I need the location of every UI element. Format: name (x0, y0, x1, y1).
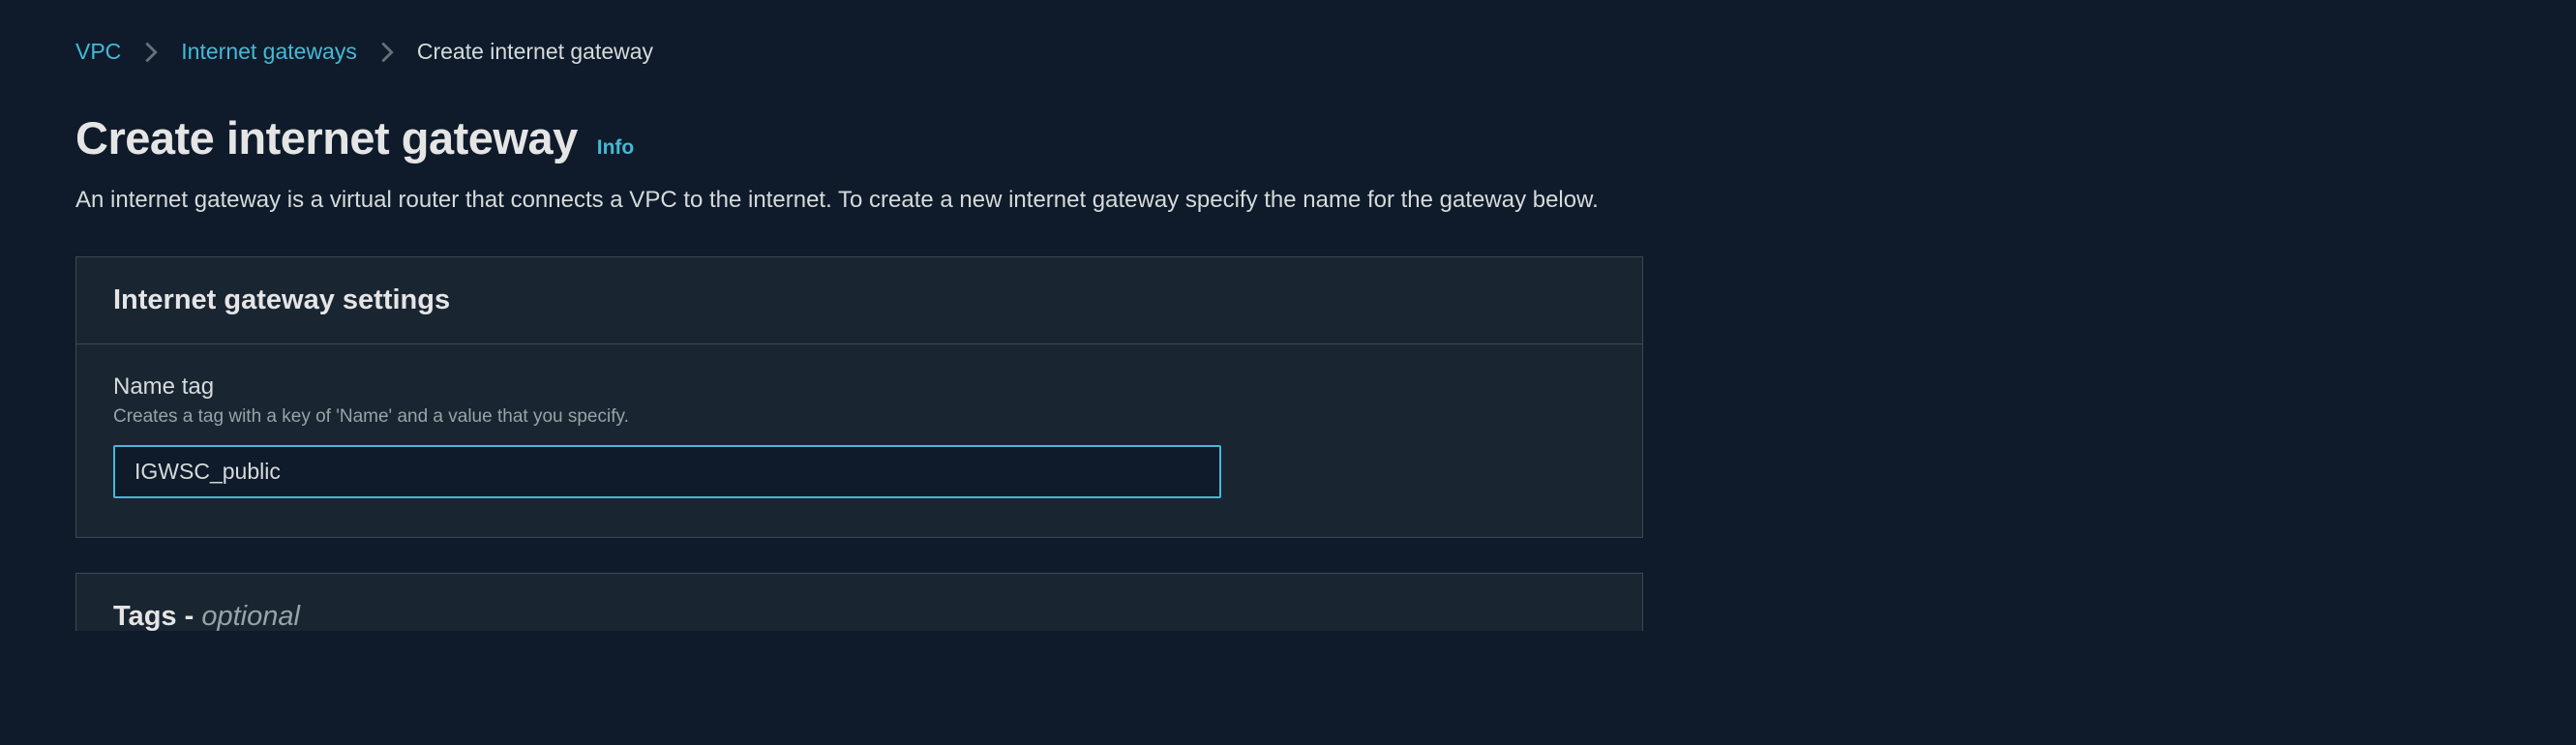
settings-panel: Internet gateway settings Name tag Creat… (75, 256, 1643, 538)
settings-panel-body: Name tag Creates a tag with a key of 'Na… (76, 344, 1642, 537)
chevron-right-icon (380, 42, 394, 63)
page-header: Create internet gateway Info (75, 111, 2501, 164)
settings-panel-title: Internet gateway settings (113, 284, 1605, 316)
name-tag-input[interactable] (113, 445, 1221, 498)
tags-title-main: Tags - (113, 601, 201, 631)
page-description: An internet gateway is a virtual router … (75, 182, 1653, 218)
page-title: Create internet gateway (75, 111, 578, 164)
tags-panel-title: Tags - optional (113, 601, 1605, 631)
tags-title-optional: optional (201, 601, 300, 631)
tags-panel: Tags - optional (75, 573, 1643, 631)
breadcrumb-current: Create internet gateway (417, 39, 653, 65)
chevron-right-icon (144, 42, 158, 63)
breadcrumb: VPC Internet gateways Create internet ga… (75, 39, 2501, 65)
name-tag-help: Creates a tag with a key of 'Name' and a… (113, 406, 1605, 428)
name-tag-label: Name tag (113, 373, 1605, 401)
info-link[interactable]: Info (597, 136, 634, 160)
breadcrumb-link-internet-gateways[interactable]: Internet gateways (181, 39, 357, 65)
breadcrumb-link-vpc[interactable]: VPC (75, 39, 121, 65)
settings-panel-header: Internet gateway settings (76, 257, 1642, 344)
